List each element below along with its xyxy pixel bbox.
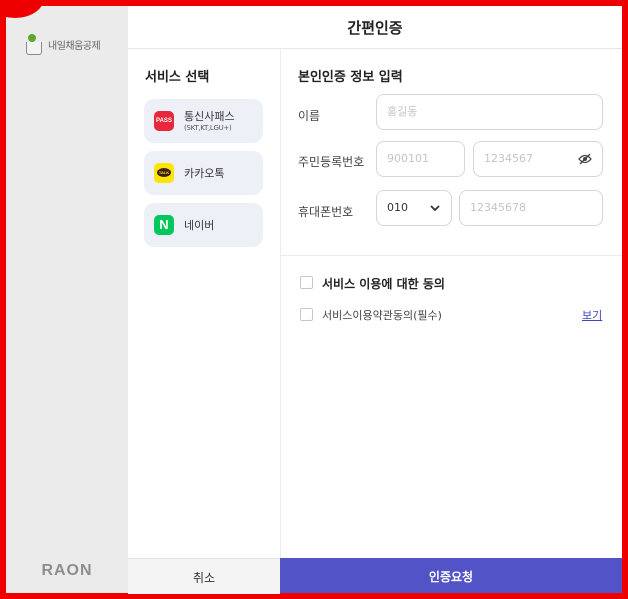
vendor-logo: RAON (41, 562, 93, 579)
name-input[interactable]: 홍길동 (376, 94, 603, 130)
carrier-select[interactable]: 010 (376, 190, 452, 226)
terms-label: 서비스이용약관동의(필수) (322, 309, 442, 322)
service-selection-heading: 서비스 선택 (145, 70, 210, 85)
naver-icon: N (154, 215, 174, 235)
agree-all-label: 서비스 이용에 대한 동의 (322, 277, 445, 291)
brand-name: 내일채움공제 (48, 40, 101, 52)
section-divider (281, 255, 622, 256)
terms-checkbox[interactable] (300, 308, 313, 321)
terms-view-link[interactable]: 보기 (582, 307, 602, 323)
sidebar: 내일채움공제 RAON (6, 6, 128, 593)
rrn-label: 주민등록번호 (298, 155, 365, 169)
service-option-label: 카카오톡 (184, 167, 225, 180)
brand-logo-icon (26, 34, 42, 55)
cancel-button[interactable]: 취소 (128, 558, 280, 594)
agree-all-checkbox[interactable] (300, 276, 313, 289)
request-auth-button[interactable]: 인증요청 (280, 558, 622, 593)
brand-logo: 내일채움공제 (26, 34, 101, 55)
kakao-icon: TALK (154, 163, 174, 183)
page-title: 간편인증 (128, 6, 622, 49)
service-option-kakao[interactable]: TALK 카카오톡 (144, 151, 263, 195)
identity-form: 본인인증 정보 입력 이름 홍길동 주민등록번호 900101 1234567 … (281, 48, 622, 558)
form-heading: 본인인증 정보 입력 (298, 70, 403, 85)
name-label: 이름 (298, 109, 321, 123)
rrn-back-input[interactable]: 1234567 (473, 141, 603, 177)
service-option-naver[interactable]: N 네이버 (144, 203, 263, 247)
phone-number-input[interactable]: 12345678 (459, 190, 603, 226)
service-option-label: 통신사패스 (184, 110, 235, 123)
rrn-back-placeholder: 1234567 (484, 152, 533, 165)
carrier-select-value: 010 (387, 201, 408, 214)
service-option-sublabel: (SKT,KT,LGU+) (184, 124, 232, 132)
eye-off-icon[interactable] (578, 153, 592, 165)
rrn-front-input[interactable]: 900101 (376, 141, 465, 177)
service-option-label: 네이버 (184, 219, 215, 232)
pass-icon: PASS (154, 111, 174, 131)
chevron-down-icon (430, 205, 440, 212)
service-selection-panel: 서비스 선택 PASS 통신사패스 (SKT,KT,LGU+) TALK 카카오… (128, 48, 281, 558)
phone-label: 휴대폰번호 (298, 205, 354, 219)
service-option-pass[interactable]: PASS 통신사패스 (SKT,KT,LGU+) (144, 99, 263, 143)
